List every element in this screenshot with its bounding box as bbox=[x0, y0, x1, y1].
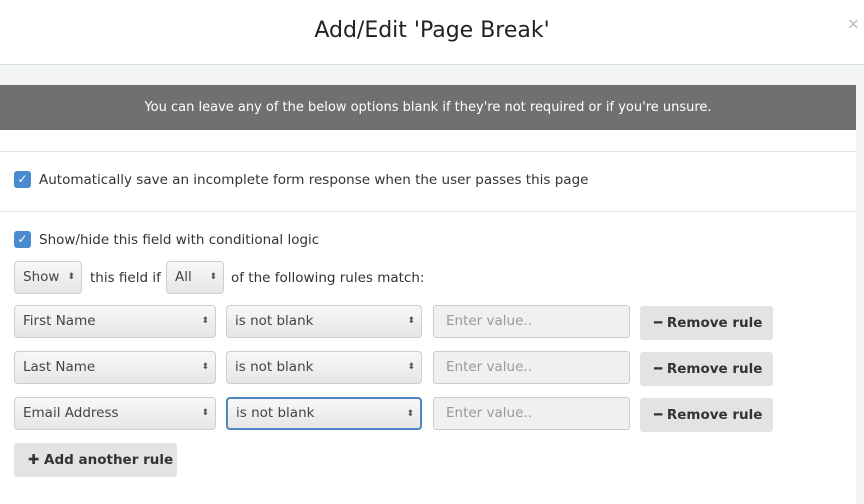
action-value: Show bbox=[23, 269, 60, 285]
rule-value-input[interactable]: Enter value.. bbox=[433, 397, 630, 430]
updown-arrow-icon: ⬍ bbox=[407, 316, 415, 326]
updown-arrow-icon: ⬍ bbox=[407, 362, 415, 372]
action-select[interactable]: Show ⬍ bbox=[14, 261, 82, 294]
match-value: All bbox=[175, 269, 192, 285]
minus-icon: ━ bbox=[654, 315, 667, 331]
rule-operator-select[interactable]: is not blank ⬍ bbox=[226, 397, 422, 430]
plus-icon: ✚ bbox=[28, 452, 45, 468]
field-value: Email Address bbox=[23, 405, 119, 421]
rule-value-input[interactable]: Enter value.. bbox=[433, 351, 630, 384]
info-banner: You can leave any of the below options b… bbox=[0, 85, 856, 130]
updown-arrow-icon: ⬍ bbox=[67, 272, 75, 282]
rule-operator-select[interactable]: is not blank ⬍ bbox=[226, 351, 422, 384]
updown-arrow-icon: ⬍ bbox=[406, 409, 414, 419]
checkbox-checked-icon[interactable]: ✓ bbox=[14, 171, 31, 188]
add-rule-label: Add another rule bbox=[44, 452, 174, 468]
remove-label: Remove rule bbox=[666, 361, 763, 377]
conditional-label: Show/hide this field with conditional lo… bbox=[39, 231, 320, 248]
remove-label: Remove rule bbox=[666, 407, 763, 423]
field-value: Last Name bbox=[23, 359, 96, 375]
updown-arrow-icon: ⬍ bbox=[201, 316, 209, 326]
match-select[interactable]: All ⬍ bbox=[166, 261, 224, 294]
minus-icon: ━ bbox=[654, 361, 667, 377]
rule-field-select[interactable]: Email Address ⬍ bbox=[14, 397, 216, 430]
rule-field-select[interactable]: First Name ⬍ bbox=[14, 305, 216, 338]
operator-value: is not blank bbox=[236, 405, 315, 421]
updown-arrow-icon: ⬍ bbox=[209, 272, 217, 282]
rule-field-select[interactable]: Last Name ⬍ bbox=[14, 351, 216, 384]
dialog-header: Add/Edit 'Page Break' × bbox=[0, 0, 864, 65]
this-field-if-text: this field if bbox=[90, 270, 161, 286]
close-icon[interactable]: × bbox=[847, 14, 860, 33]
remove-label: Remove rule bbox=[666, 315, 763, 331]
dialog-title: Add/Edit 'Page Break' bbox=[314, 18, 550, 43]
remove-rule-button[interactable]: ━ Remove rule bbox=[640, 352, 773, 386]
updown-arrow-icon: ⬍ bbox=[201, 362, 209, 372]
field-value: First Name bbox=[23, 313, 96, 329]
remove-rule-button[interactable]: ━ Remove rule bbox=[640, 398, 773, 432]
form-panel: ✓ Automatically save an incomplete form … bbox=[0, 130, 856, 504]
rule-operator-select[interactable]: is not blank ⬍ bbox=[226, 305, 422, 338]
autosave-label: Automatically save an incomplete form re… bbox=[39, 171, 589, 188]
updown-arrow-icon: ⬍ bbox=[201, 408, 209, 418]
add-rule-button[interactable]: ✚ Add another rule bbox=[14, 443, 177, 477]
remove-rule-button[interactable]: ━ Remove rule bbox=[640, 306, 773, 340]
divider bbox=[0, 211, 856, 212]
autosave-checkbox[interactable]: ✓ Automatically save an incomplete form … bbox=[14, 171, 588, 188]
conditional-checkbox[interactable]: ✓ Show/hide this field with conditional … bbox=[14, 231, 319, 248]
rules-match-text: of the following rules match: bbox=[231, 270, 425, 286]
divider bbox=[0, 151, 856, 152]
minus-icon: ━ bbox=[654, 407, 667, 423]
rule-value-input[interactable]: Enter value.. bbox=[433, 305, 630, 338]
checkbox-checked-icon[interactable]: ✓ bbox=[14, 231, 31, 248]
operator-value: is not blank bbox=[235, 313, 314, 329]
operator-value: is not blank bbox=[235, 359, 314, 375]
